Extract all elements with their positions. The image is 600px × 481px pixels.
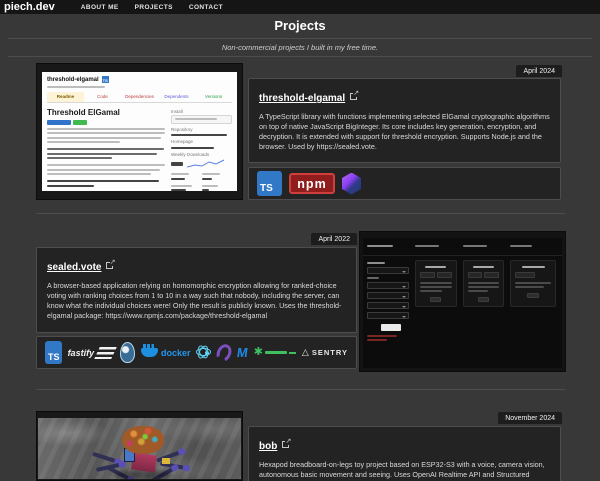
typescript-icon: TS	[45, 341, 62, 364]
external-link-icon	[350, 93, 357, 100]
project-card-threshold-elgamal: threshold-elgamal A TypeScript library w…	[248, 78, 561, 163]
page-subtitle: Non-commercial projects I built in my fr…	[0, 43, 600, 52]
tab-dependents[interactable]: Dependents	[158, 92, 195, 102]
npm-weekly-downloads-label: Weekly Downloads	[171, 152, 232, 157]
page-title: Projects	[0, 18, 600, 33]
divider	[8, 56, 592, 57]
tab-versions[interactable]: Versions	[195, 92, 232, 102]
text-line-placeholder	[47, 86, 105, 88]
tech-icons-threshold-elgamal: TS npm	[248, 167, 561, 200]
app-card	[510, 260, 556, 307]
fastify-icon: fastify	[68, 347, 115, 359]
project-thumbnail-threshold-elgamal[interactable]: threshold-elgamal TS Readme Code Depende…	[36, 63, 243, 200]
divider	[36, 213, 565, 214]
app-card	[415, 260, 457, 307]
redux-icon	[214, 341, 234, 363]
project-title-link[interactable]: bob	[259, 441, 277, 452]
project-card-sealed-vote: sealed.vote A browser-based application …	[36, 247, 357, 333]
green-spark-logo-icon: ✱	[254, 347, 296, 358]
top-navbar: piech.dev ABOUT ME PROJECTS CONTACT	[0, 0, 600, 14]
npm-repository-label: Repository	[171, 127, 232, 132]
npm-page-screenshot: threshold-elgamal TS Readme Code Depende…	[42, 72, 237, 191]
npm-sidebar: Install Repository Homepage Weekly Downl…	[171, 106, 232, 192]
docker-icon: docker	[141, 348, 191, 358]
tab-code[interactable]: Code	[84, 92, 121, 102]
project-thumbnail-sealed-vote[interactable]	[359, 231, 566, 372]
hexapod-robot-photo	[38, 418, 241, 479]
nav-link-projects[interactable]: PROJECTS	[135, 4, 173, 11]
npm-icon: npm	[289, 173, 335, 194]
sealed-vote-screenshot	[363, 238, 562, 368]
vote-form-panel	[367, 260, 409, 343]
purple-cube-package-icon	[342, 173, 361, 195]
external-link-icon	[106, 262, 113, 269]
nav-link-contact[interactable]: CONTACT	[189, 4, 223, 11]
project-date-badge: November 2024	[498, 412, 562, 424]
project-title-link[interactable]: sealed.vote	[47, 262, 101, 273]
sentry-icon: △ SENTRY	[302, 348, 348, 357]
npm-install-label: Install	[171, 109, 232, 114]
typescript-icon: TS	[257, 171, 282, 196]
fastify-wing-icon	[94, 347, 117, 359]
app-card	[463, 260, 505, 307]
npm-readme-heading: Threshold ElGamal	[47, 108, 165, 117]
tech-icons-sealed-vote: TS fastify docker M ✱ △ SENTRY	[36, 336, 357, 369]
brand-logo[interactable]: piech.dev	[4, 1, 55, 13]
npm-homepage-label: Homepage	[171, 139, 232, 144]
project-title-link[interactable]: threshold-elgamal	[259, 93, 345, 104]
npm-install-command[interactable]	[171, 115, 232, 124]
projects-page: piech.dev ABOUT ME PROJECTS CONTACT Proj…	[0, 0, 600, 481]
project-description: Hexapod breadboard-on-legs toy project b…	[259, 460, 550, 481]
npm-tabs: Readme Code Dependencies Dependents Vers…	[47, 92, 232, 103]
react-icon	[196, 342, 210, 363]
typescript-badge-icon: TS	[102, 76, 109, 83]
divider	[8, 38, 592, 39]
external-link-icon	[282, 441, 289, 448]
project-description: A TypeScript library with functions impl…	[259, 112, 550, 152]
postgresql-icon	[120, 342, 135, 363]
project-date-badge: April 2024	[516, 65, 562, 77]
nav-link-about-me[interactable]: ABOUT ME	[81, 4, 119, 11]
npm-readme-column: Threshold ElGamal	[47, 106, 165, 192]
mui-icon: M	[236, 345, 249, 360]
tab-dependencies[interactable]: Dependencies	[121, 92, 158, 102]
npm-package-name: threshold-elgamal	[47, 77, 99, 83]
project-description: A browser-based application relying on h…	[47, 281, 346, 321]
project-thumbnail-bob[interactable]	[36, 411, 243, 481]
project-card-bob: bob Hexapod breadboard-on-legs toy proje…	[248, 426, 561, 481]
vote-button[interactable]	[381, 324, 401, 331]
divider	[36, 389, 565, 390]
project-date-badge: April 2022	[311, 233, 357, 245]
docker-whale-icon	[141, 348, 158, 357]
robot	[100, 426, 184, 479]
downloads-sparkline	[187, 158, 225, 169]
robot-connector	[162, 458, 170, 464]
robot-wires	[122, 426, 164, 454]
tab-readme[interactable]: Readme	[47, 92, 84, 102]
